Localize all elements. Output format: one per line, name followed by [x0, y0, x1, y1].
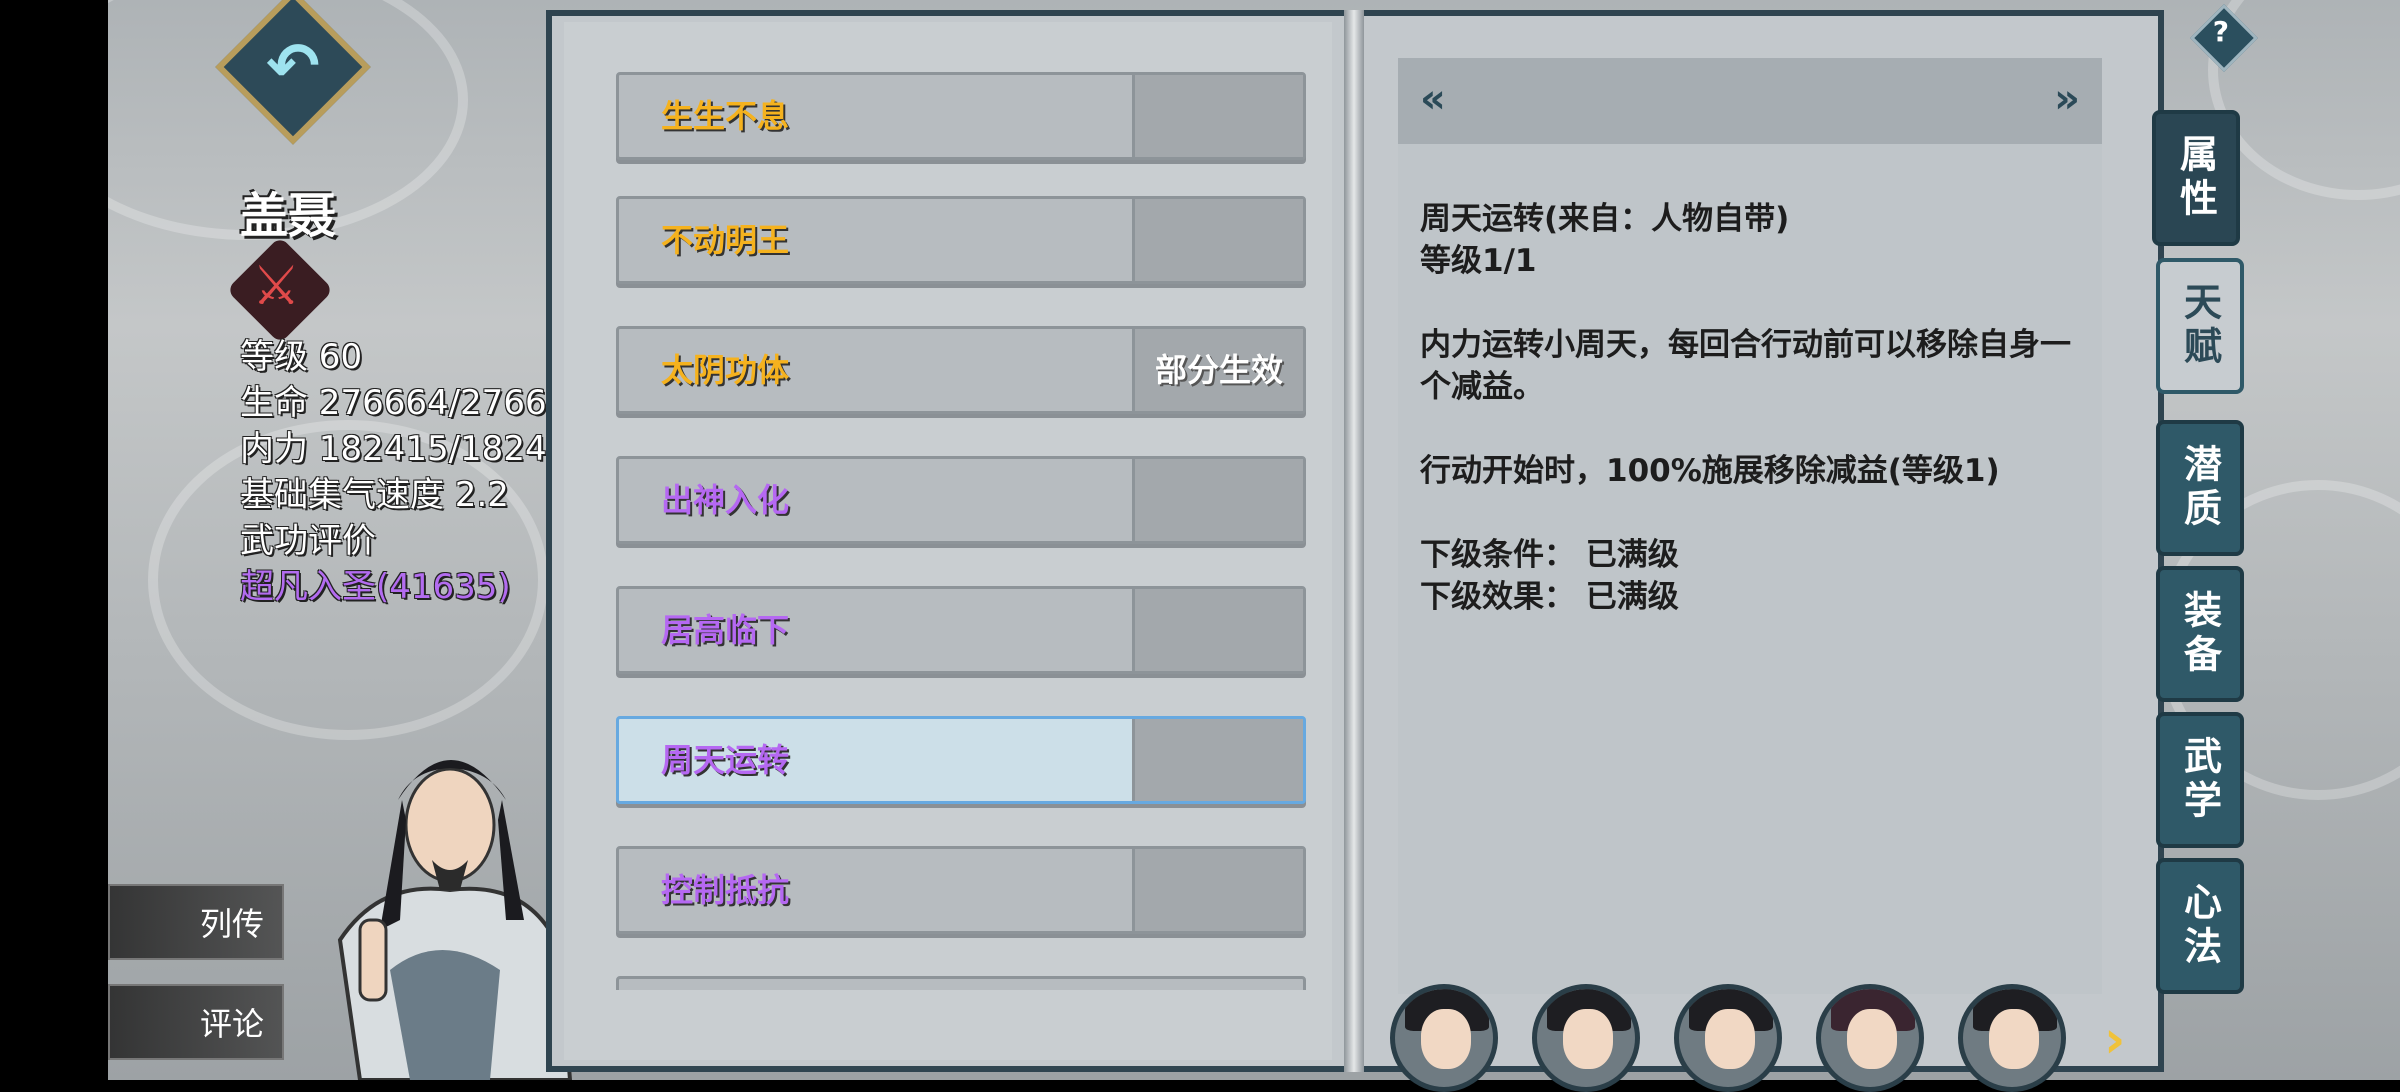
chevron-right-icon[interactable]: › [2104, 1010, 2125, 1070]
talent-status [1132, 199, 1303, 281]
talent-row[interactable]: 控制抵抗 [616, 846, 1306, 934]
comments-button[interactable]: 评论 [108, 984, 284, 1060]
talent-list[interactable]: 生生不息 不动明王 太阴功体 部分生效 出神入化 居高临下 周天运转 控制抵抗 [616, 72, 1306, 990]
party-avatar[interactable] [1674, 984, 1782, 1092]
talent-status [1132, 589, 1303, 671]
talent-name: 生生不息 [661, 97, 790, 135]
tab-equipment[interactable]: 装备 [2156, 566, 2244, 702]
tab-mental-skill[interactable]: 心法 [2156, 858, 2244, 994]
stat-rating-value: 超凡入圣(41635) [240, 567, 511, 607]
talent-row[interactable]: 居高临下 [616, 586, 1306, 674]
talent-status [1132, 849, 1303, 931]
stat-level: 等级 60 [240, 337, 363, 377]
tab-talent[interactable]: 天赋 [2156, 258, 2244, 394]
back-arrow-icon: ↶ [266, 30, 320, 104]
talent-row[interactable]: 太阴功体 部分生效 [616, 326, 1306, 414]
stat-mp: 内力 182415/182415 [240, 429, 590, 469]
biography-button[interactable]: 列传 [108, 884, 284, 960]
detail-level: 等级1/1 [1420, 243, 1537, 279]
talent-detail: 周天运转(来自：人物自带) 等级1/1 内力运转小周天，每回合行动前可以移除自身… [1420, 198, 2080, 618]
talent-status [1132, 719, 1303, 801]
talent-row[interactable]: 生生不息 [616, 72, 1306, 160]
party-avatar[interactable] [1532, 984, 1640, 1092]
detail-next-effect: 下级效果： 已满级 [1420, 579, 1679, 615]
party-bar [1390, 984, 2150, 1092]
talent-row[interactable]: 不动明王 [616, 196, 1306, 284]
tab-martial-arts[interactable]: 武学 [2156, 712, 2244, 848]
party-avatar[interactable] [1816, 984, 1924, 1092]
double-chevron-right-icon[interactable]: » [2054, 76, 2080, 122]
character-name: 盖聂 [240, 188, 337, 244]
talent-name: 周天运转 [661, 741, 790, 779]
talent-name: 太阴功体 [661, 351, 790, 389]
tab-potential[interactable]: 潜质 [2156, 420, 2244, 556]
character-portrait [337, 760, 573, 1080]
book-spine [1344, 10, 1364, 1072]
talent-name: 控制抵抗 [661, 871, 790, 909]
detail-next-condition: 下级条件： 已满级 [1420, 537, 1679, 573]
talent-row-selected[interactable]: 周天运转 [616, 716, 1306, 804]
character-stats: 等级 60 生命 276664/276664 内力 182415/182415 … [240, 334, 590, 610]
talent-status [1132, 75, 1303, 157]
party-avatar[interactable] [1958, 984, 2066, 1092]
stat-hp: 生命 276664/276664 [240, 383, 590, 423]
double-chevron-left-icon[interactable]: « [1420, 76, 1446, 122]
talent-name: 居高临下 [661, 611, 790, 649]
detail-desc1: 内力运转小周天，每回合行动前可以移除自身一个减益。 [1420, 327, 2071, 405]
detail-title: 周天运转(来自：人物自带) [1420, 201, 1790, 237]
talent-status: 部分生效 [1132, 329, 1303, 411]
talent-row[interactable]: 出神入化 [616, 456, 1306, 544]
talent-name: 不动明王 [661, 221, 790, 259]
talent-name: 出神入化 [661, 481, 790, 519]
talent-status [1132, 459, 1303, 541]
detail-nav-bar: « » [1398, 58, 2102, 144]
stat-rating-label: 武功评价 [240, 521, 376, 561]
party-avatar[interactable] [1390, 984, 1498, 1092]
tab-attributes[interactable]: 属性 [2152, 110, 2240, 246]
help-icon: ? [2212, 14, 2230, 48]
stat-speed: 基础集气速度 2.2 [240, 475, 509, 515]
talent-row-partial[interactable] [616, 976, 1306, 990]
detail-desc2: 行动开始时，100%施展移除减益(等级1) [1420, 453, 2000, 489]
